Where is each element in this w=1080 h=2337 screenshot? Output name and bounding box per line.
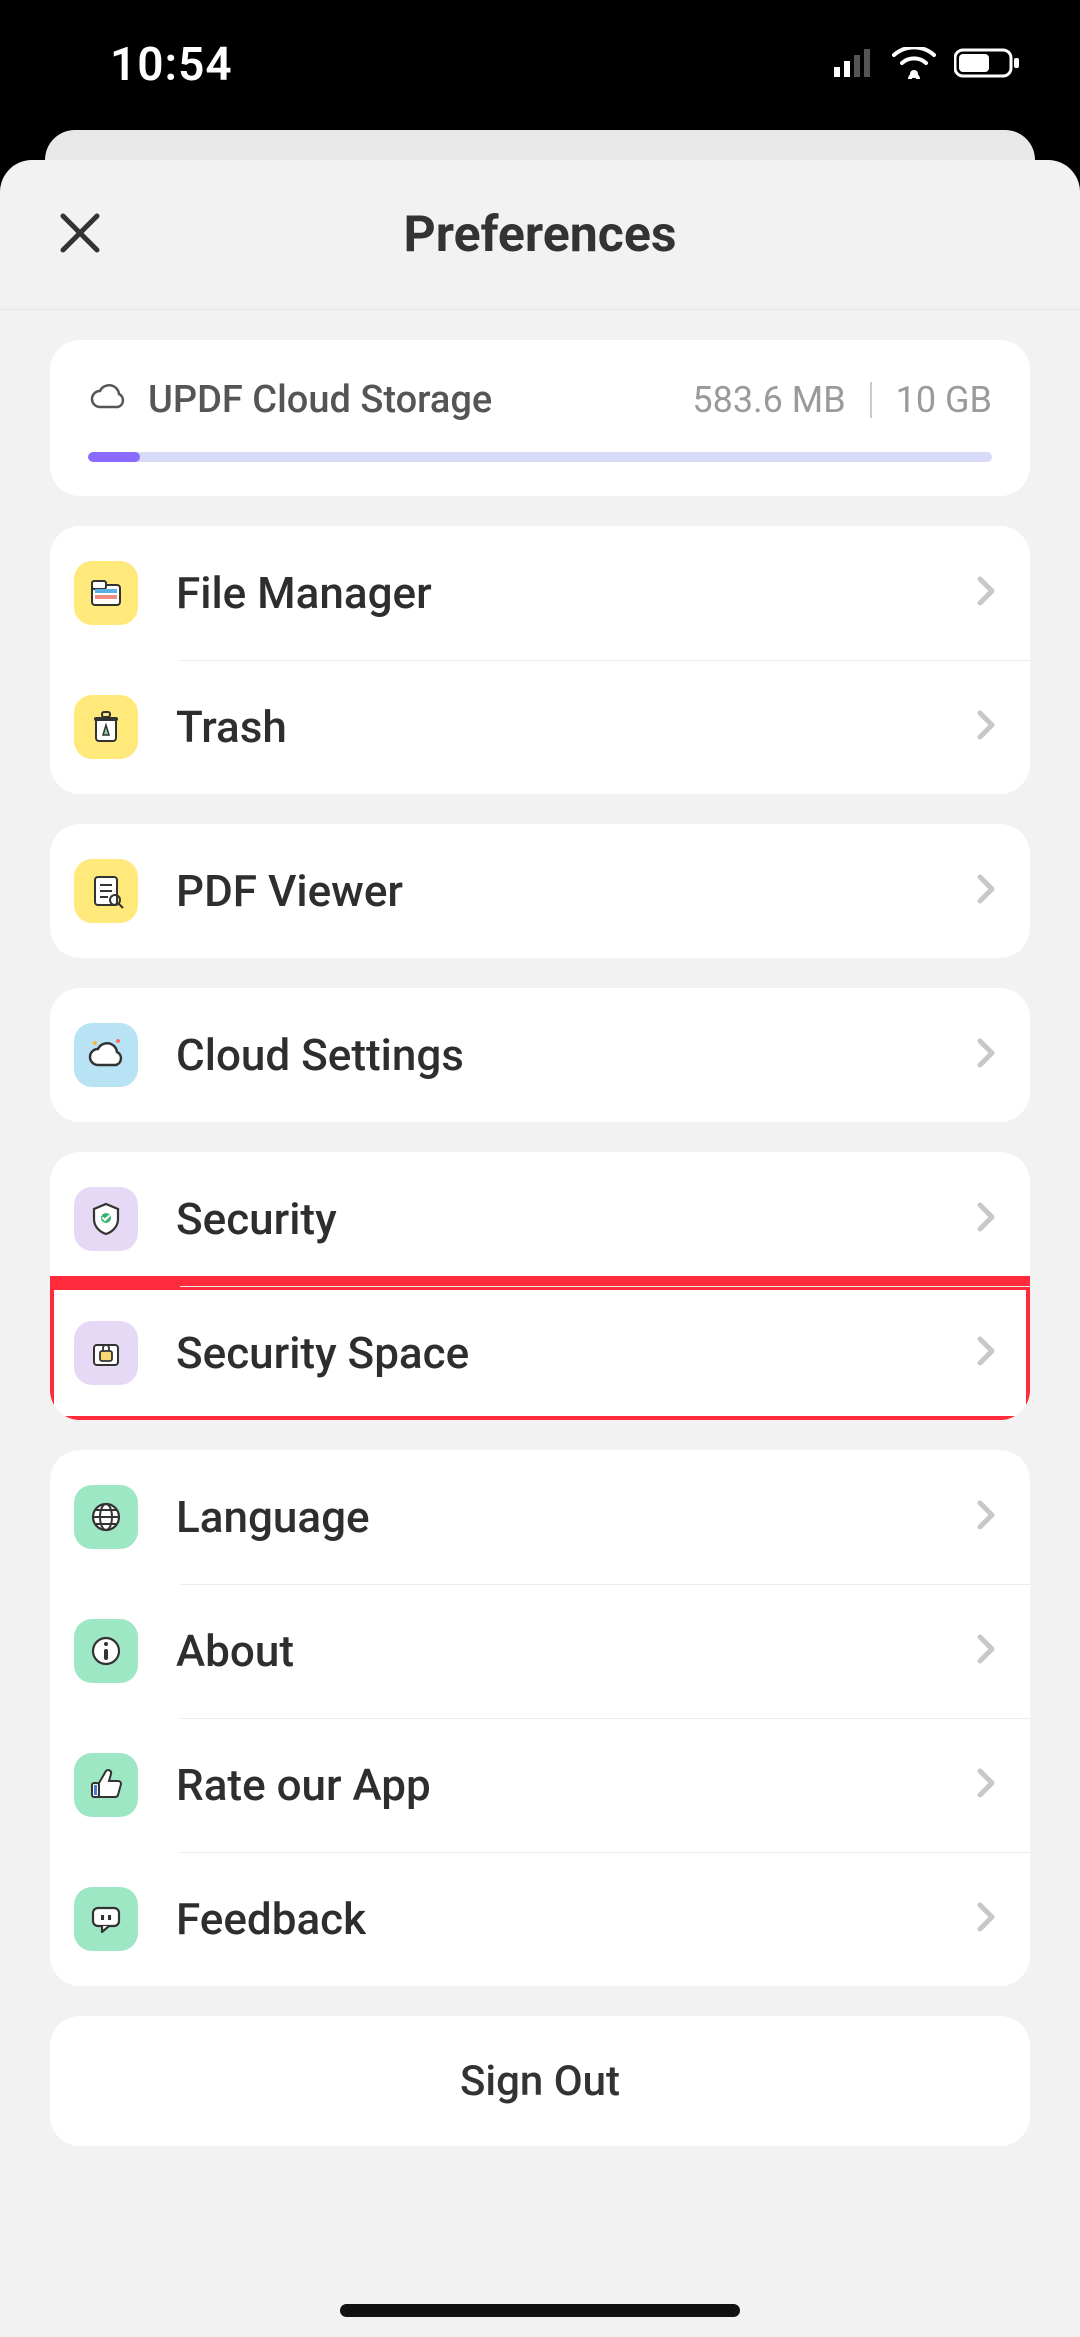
chevron-right-icon — [972, 1629, 1000, 1673]
close-icon — [57, 210, 103, 259]
divider — [870, 382, 872, 418]
settings-group: File Manager Trash — [50, 526, 1030, 794]
doc-icon — [74, 859, 138, 923]
content-area: UPDF Cloud Storage 583.6 MB 10 GB File M… — [0, 310, 1080, 2146]
rate-row[interactable]: Rate our App — [50, 1718, 1030, 1852]
shield-icon — [74, 1187, 138, 1251]
trash-row[interactable]: Trash — [50, 660, 1030, 794]
cloud-settings-label: Cloud Settings — [176, 1029, 972, 1081]
globe-icon — [74, 1485, 138, 1549]
feedback-row[interactable]: Feedback — [50, 1852, 1030, 1986]
cloud-storage-card[interactable]: UPDF Cloud Storage 583.6 MB 10 GB — [50, 340, 1030, 496]
file-manager-row[interactable]: File Manager — [50, 526, 1030, 660]
chevron-right-icon — [972, 869, 1000, 913]
trash-icon — [74, 695, 138, 759]
chevron-right-icon — [972, 705, 1000, 749]
chevron-right-icon — [972, 1331, 1000, 1375]
sign-out-card: Sign Out — [50, 2016, 1030, 2146]
settings-group: Cloud Settings — [50, 988, 1030, 1122]
chevron-right-icon — [972, 1197, 1000, 1241]
language-row[interactable]: Language — [50, 1450, 1030, 1584]
trash-label: Trash — [176, 701, 972, 753]
preferences-modal: Preferences UPDF Cloud Storage 583.6 MB … — [0, 160, 1080, 2337]
close-button[interactable] — [50, 205, 110, 265]
storage-label: UPDF Cloud Storage — [148, 378, 492, 422]
status-bar: 10:54 — [0, 0, 1080, 130]
modal-header: Preferences — [0, 160, 1080, 310]
security-space-label: Security Space — [176, 1327, 972, 1379]
wifi-icon — [892, 47, 936, 83]
about-row[interactable]: About — [50, 1584, 1030, 1718]
chevron-right-icon — [972, 1033, 1000, 1077]
feedback-label: Feedback — [176, 1893, 972, 1945]
lock-icon — [74, 1321, 138, 1385]
page-title: Preferences — [0, 206, 1080, 264]
home-indicator[interactable] — [340, 2304, 740, 2317]
storage-total: 10 GB — [896, 379, 992, 421]
info-icon — [74, 1619, 138, 1683]
cloud-icon — [88, 383, 128, 417]
about-label: About — [176, 1625, 972, 1677]
folder-icon — [74, 561, 138, 625]
settings-group: Security Security Space — [50, 1152, 1030, 1420]
sign-out-button[interactable]: Sign Out — [50, 2016, 1030, 2146]
chevron-right-icon — [972, 1897, 1000, 1941]
settings-group: PDF Viewer — [50, 824, 1030, 958]
rate-label: Rate our App — [176, 1759, 972, 1811]
language-label: Language — [176, 1491, 972, 1543]
status-time: 10:54 — [110, 38, 233, 92]
chat-icon — [74, 1887, 138, 1951]
storage-progress-fill — [88, 452, 140, 462]
file-manager-label: File Manager — [176, 567, 972, 619]
battery-icon — [954, 47, 1020, 83]
settings-group: Language About Rate our App Feedback — [50, 1450, 1030, 1986]
thumb-icon — [74, 1753, 138, 1817]
chevron-right-icon — [972, 571, 1000, 615]
pdf-viewer-row[interactable]: PDF Viewer — [50, 824, 1030, 958]
security-space-row[interactable]: Security Space — [50, 1286, 1030, 1420]
storage-progress-track — [88, 452, 992, 462]
security-row[interactable]: Security — [50, 1152, 1030, 1286]
cloud-settings-row[interactable]: Cloud Settings — [50, 988, 1030, 1122]
storage-used: 583.6 MB — [692, 379, 845, 421]
pdf-viewer-label: PDF Viewer — [176, 865, 972, 917]
chevron-right-icon — [972, 1763, 1000, 1807]
chevron-right-icon — [972, 1495, 1000, 1539]
security-label: Security — [176, 1193, 972, 1245]
cloud-icon — [74, 1023, 138, 1087]
status-right — [834, 47, 1020, 83]
cellular-icon — [834, 49, 874, 81]
